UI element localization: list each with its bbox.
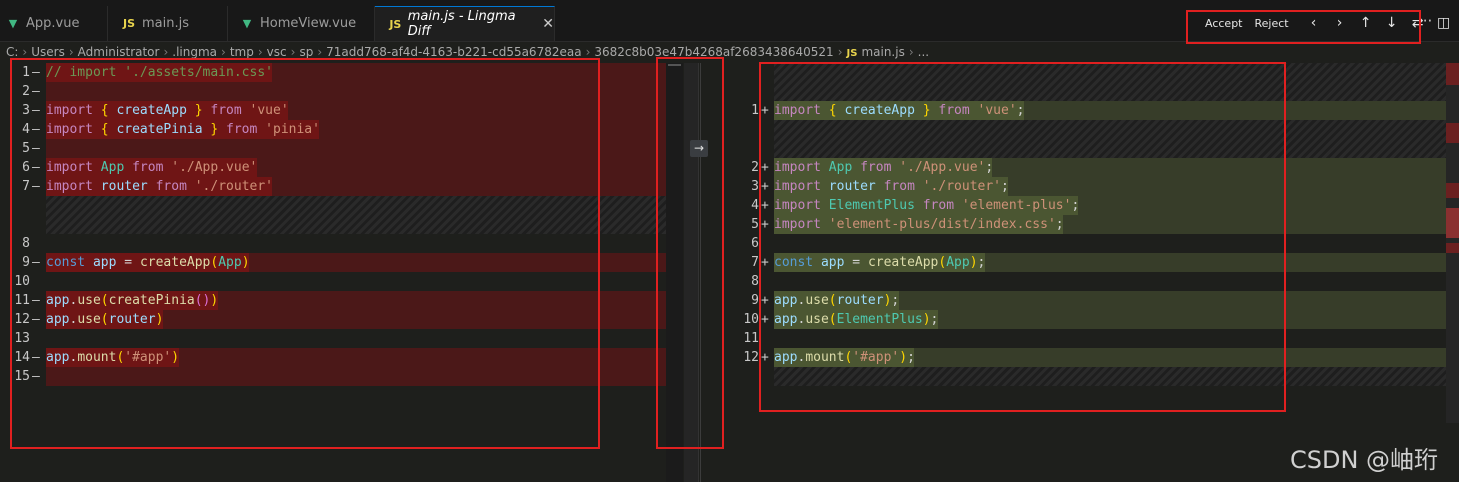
- annotation-box-modified: [759, 62, 1286, 412]
- chevron-right-icon: ›: [163, 45, 169, 59]
- chevron-right-icon: ›: [290, 45, 296, 59]
- annotation-box-actions: [1186, 10, 1421, 44]
- js-icon: JS: [389, 17, 402, 31]
- annotation-box-gutter: [656, 57, 724, 449]
- split-editor-icon[interactable]: ◫: [1431, 15, 1457, 31]
- line-number: 2: [751, 160, 759, 175]
- breadcrumb-item[interactable]: .lingma: [172, 45, 217, 59]
- ruler-mark: [1446, 183, 1459, 198]
- close-icon[interactable]: ✕: [542, 16, 554, 32]
- tab-label: HomeView.vue: [260, 16, 357, 31]
- breadcrumb-tail[interactable]: ...: [918, 45, 929, 59]
- chevron-right-icon: ›: [257, 45, 263, 59]
- line-number: 1: [751, 103, 759, 118]
- ruler-mark: [1446, 208, 1459, 238]
- line-number: 9: [751, 293, 759, 308]
- chevron-right-icon: ›: [908, 45, 914, 59]
- overview-ruler[interactable]: [1446, 63, 1459, 423]
- js-icon: JS: [122, 17, 135, 30]
- line-number: 11: [743, 331, 759, 346]
- tab-label: App.vue: [26, 16, 80, 31]
- chevron-right-icon: ›: [317, 45, 323, 59]
- breadcrumb-item[interactable]: vsc: [267, 45, 287, 59]
- line-number: 12: [743, 350, 759, 365]
- tab-main-js[interactable]: JS main.js: [108, 6, 228, 41]
- chevron-right-icon: ›: [585, 45, 591, 59]
- breadcrumb-item[interactable]: sp: [299, 45, 313, 59]
- js-icon: JS: [846, 48, 858, 59]
- ruler-mark: [1446, 63, 1459, 85]
- line-number: 4: [751, 198, 759, 213]
- watermark: CSDN @岫珩: [1290, 446, 1439, 474]
- tab-label: main.js - Lingma Diff: [407, 9, 516, 39]
- breadcrumb-item[interactable]: Users: [31, 45, 65, 59]
- breadcrumb-item[interactable]: 71add768-af4d-4163-b221-cd55a6782eaa: [326, 45, 581, 59]
- line-number: 5: [751, 217, 759, 232]
- ruler-mark: [1446, 123, 1459, 143]
- chevron-right-icon: ›: [837, 45, 843, 59]
- breadcrumb-file[interactable]: main.js: [861, 45, 904, 59]
- annotation-box-original: [10, 58, 600, 449]
- breadcrumb-item[interactable]: C:: [6, 45, 18, 59]
- line-number: 3: [751, 179, 759, 194]
- vue-icon: ▼: [8, 17, 18, 30]
- tab-app-vue[interactable]: ▼ App.vue: [0, 6, 108, 41]
- line-number: 6: [751, 236, 759, 251]
- chevron-right-icon: ›: [22, 45, 28, 59]
- line-number: 8: [751, 274, 759, 289]
- tab-homeview-vue[interactable]: ▼ HomeView.vue: [228, 6, 375, 41]
- breadcrumb-item[interactable]: tmp: [230, 45, 254, 59]
- ruler-mark: [1446, 243, 1459, 253]
- line-number: 10: [743, 312, 759, 327]
- tab-label: main.js: [142, 16, 189, 31]
- tab-lingma-diff[interactable]: JS main.js - Lingma Diff ✕: [375, 6, 555, 41]
- line-number: 7: [751, 255, 759, 270]
- chevron-right-icon: ›: [68, 45, 74, 59]
- chevron-right-icon: ›: [221, 45, 226, 59]
- breadcrumb-item[interactable]: Administrator: [78, 45, 160, 59]
- vue-icon: ▼: [242, 17, 252, 30]
